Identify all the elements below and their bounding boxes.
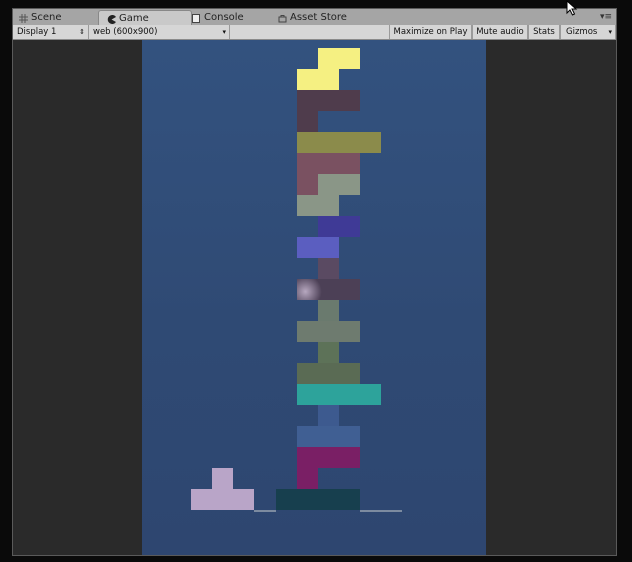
stats-label: Stats [533,27,555,37]
maximize-label: Maximize on Play [393,27,468,37]
tab-bar: Scene Game Console Asset Store ▾≡ [13,9,616,26]
mute-audio-button[interactable]: Mute audio [472,25,528,39]
mute-label: Mute audio [476,27,524,37]
gizmos-label: Gizmos [566,27,598,37]
store-icon [278,13,287,23]
stats-button[interactable]: Stats [528,25,560,39]
game-area [13,40,616,555]
resolution-dropdown[interactable]: web (600x900) ▾ [89,25,230,39]
tab-console[interactable]: Console [192,10,244,25]
pacman-icon [107,14,116,24]
tab-scene-label: Scene [31,12,62,23]
mouse-cursor-icon [566,0,578,20]
gizmos-dropdown[interactable]: Gizmos ▾ [560,25,616,39]
console-icon [192,13,201,23]
grid-icon [19,13,28,23]
resolution-label: web (600x900) [93,27,158,37]
tab-scene[interactable]: Scene [19,10,62,25]
unity-editor-window: Scene Game Console Asset Store ▾≡ Displa… [12,8,617,556]
ground-line [254,510,276,512]
tab-game-label: Game [119,13,149,24]
tab-menu-icon[interactable]: ▾≡ [600,12,612,22]
tab-game[interactable]: Game [98,10,192,26]
tab-console-label: Console [204,12,244,23]
ground-line [360,510,402,512]
display-label: Display 1 [17,27,57,37]
updown-icon: ⇕ [79,28,85,36]
game-toolbar: Display 1 ⇕ web (600x900) ▾ Maximize on … [13,25,616,40]
tab-asset-store-label: Asset Store [290,12,347,23]
tab-asset-store[interactable]: Asset Store [278,10,347,25]
display-dropdown[interactable]: Display 1 ⇕ [13,25,89,39]
chevron-down-icon: ▾ [608,28,612,36]
chevron-down-icon: ▾ [222,28,226,36]
maximize-on-play-button[interactable]: Maximize on Play [389,25,472,39]
game-viewport[interactable] [142,40,486,555]
